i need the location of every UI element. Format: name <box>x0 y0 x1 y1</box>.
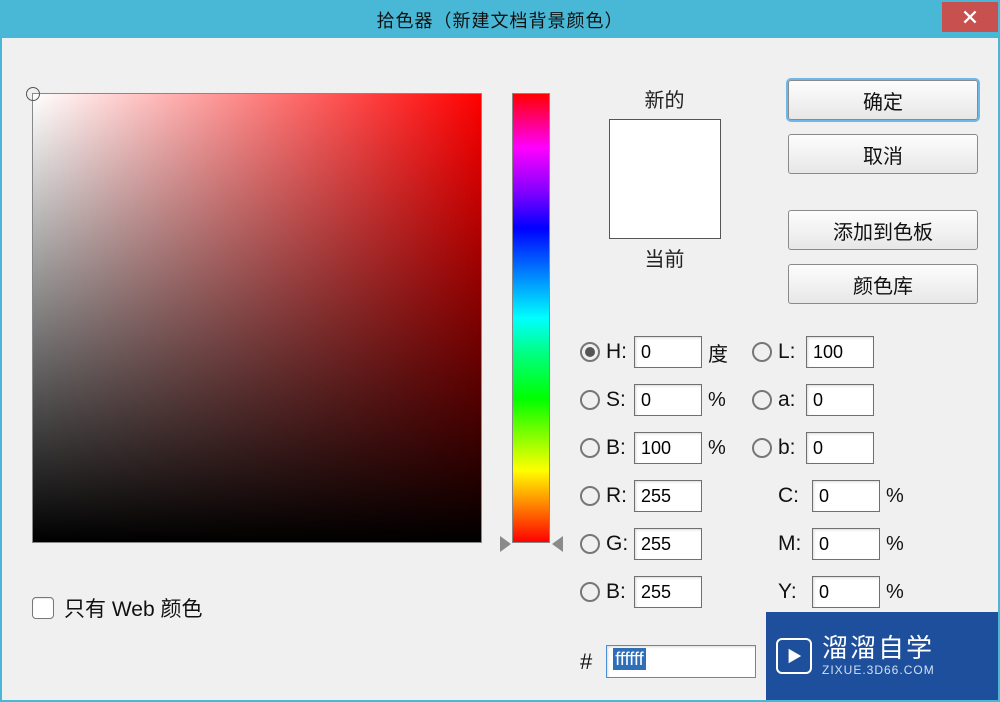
label-y: Y: <box>778 580 812 604</box>
radio-lab-b[interactable] <box>752 438 772 458</box>
label-s: S: <box>606 388 634 412</box>
label-g: G: <box>606 532 634 556</box>
watermark-brand: 溜溜自学 <box>822 634 935 664</box>
radio-s[interactable] <box>580 390 600 410</box>
color-libraries-button[interactable]: 颜色库 <box>788 264 978 304</box>
input-b[interactable] <box>634 432 702 464</box>
input-y[interactable] <box>812 576 880 608</box>
input-s[interactable] <box>634 384 702 416</box>
ok-button[interactable]: 确定 <box>788 80 978 120</box>
hue-indicator-right <box>552 536 563 552</box>
web-colors-only: 只有 Web 颜色 <box>32 593 202 623</box>
titlebar: 拾色器（新建文档背景颜色） <box>2 2 998 38</box>
sv-picker-indicator <box>26 87 40 101</box>
hue-indicator-left <box>500 536 511 552</box>
add-to-swatches-button[interactable]: 添加到色板 <box>788 210 978 250</box>
unit-c: % <box>880 485 910 508</box>
unit-m: % <box>880 533 910 556</box>
swatch-preview: 新的 当前 <box>592 84 737 272</box>
hex-value: ffffff <box>613 648 645 670</box>
radio-b[interactable] <box>580 438 600 458</box>
label-a: a: <box>778 388 806 412</box>
unit-y: % <box>880 581 910 604</box>
dialog-body: 新的 当前 确定 取消 添加到色板 颜色库 H: 度 L: <box>2 38 998 700</box>
web-colors-label: 只有 Web 颜色 <box>64 593 202 623</box>
input-r[interactable] <box>634 480 702 512</box>
color-fields: H: 度 L: S: % a: B: <box>580 328 975 616</box>
radio-g[interactable] <box>580 534 600 554</box>
radio-l[interactable] <box>752 342 772 362</box>
hex-row: # ffffff <box>580 645 756 678</box>
input-l[interactable] <box>806 336 874 368</box>
unit-s: % <box>702 389 732 412</box>
cancel-button[interactable]: 取消 <box>788 134 978 174</box>
swatch-current-label: 当前 <box>592 243 737 272</box>
unit-h: 度 <box>702 338 732 367</box>
hex-label: # <box>580 649 592 675</box>
saturation-value-field[interactable] <box>32 93 482 543</box>
swatch-current-color <box>610 179 720 238</box>
label-lab-b: b: <box>778 436 806 460</box>
radio-a[interactable] <box>752 390 772 410</box>
label-m: M: <box>778 532 812 556</box>
action-buttons: 确定 取消 添加到色板 颜色库 <box>788 80 978 304</box>
input-a[interactable] <box>806 384 874 416</box>
unit-b: % <box>702 437 732 460</box>
swatch-new-label: 新的 <box>592 84 737 113</box>
hue-slider[interactable] <box>512 93 550 543</box>
swatch-new-color <box>610 120 720 179</box>
input-blue[interactable] <box>634 576 702 608</box>
window-title: 拾色器（新建文档背景颜色） <box>2 7 998 33</box>
input-c[interactable] <box>812 480 880 512</box>
swatch-box[interactable] <box>609 119 721 239</box>
watermark-overlay: 溜溜自学 ZIXUE.3D66.COM <box>766 612 998 700</box>
label-r: R: <box>606 484 634 508</box>
radio-r[interactable] <box>580 486 600 506</box>
watermark-url: ZIXUE.3D66.COM <box>822 664 935 678</box>
input-g[interactable] <box>634 528 702 560</box>
input-h[interactable] <box>634 336 702 368</box>
label-b: B: <box>606 436 634 460</box>
radio-h[interactable] <box>580 342 600 362</box>
web-colors-checkbox[interactable] <box>32 597 54 619</box>
input-lab-b[interactable] <box>806 432 874 464</box>
label-blue: B: <box>606 580 634 604</box>
close-button[interactable] <box>942 2 998 32</box>
label-l: L: <box>778 340 806 364</box>
close-icon <box>963 10 977 24</box>
label-c: C: <box>778 484 812 508</box>
play-icon <box>776 638 812 674</box>
hex-input[interactable]: ffffff <box>606 645 756 678</box>
radio-blue[interactable] <box>580 582 600 602</box>
color-picker-dialog: 拾色器（新建文档背景颜色） 新的 当前 确定 取消 添加到色板 颜色库 <box>0 0 1000 702</box>
input-m[interactable] <box>812 528 880 560</box>
label-h: H: <box>606 340 634 364</box>
